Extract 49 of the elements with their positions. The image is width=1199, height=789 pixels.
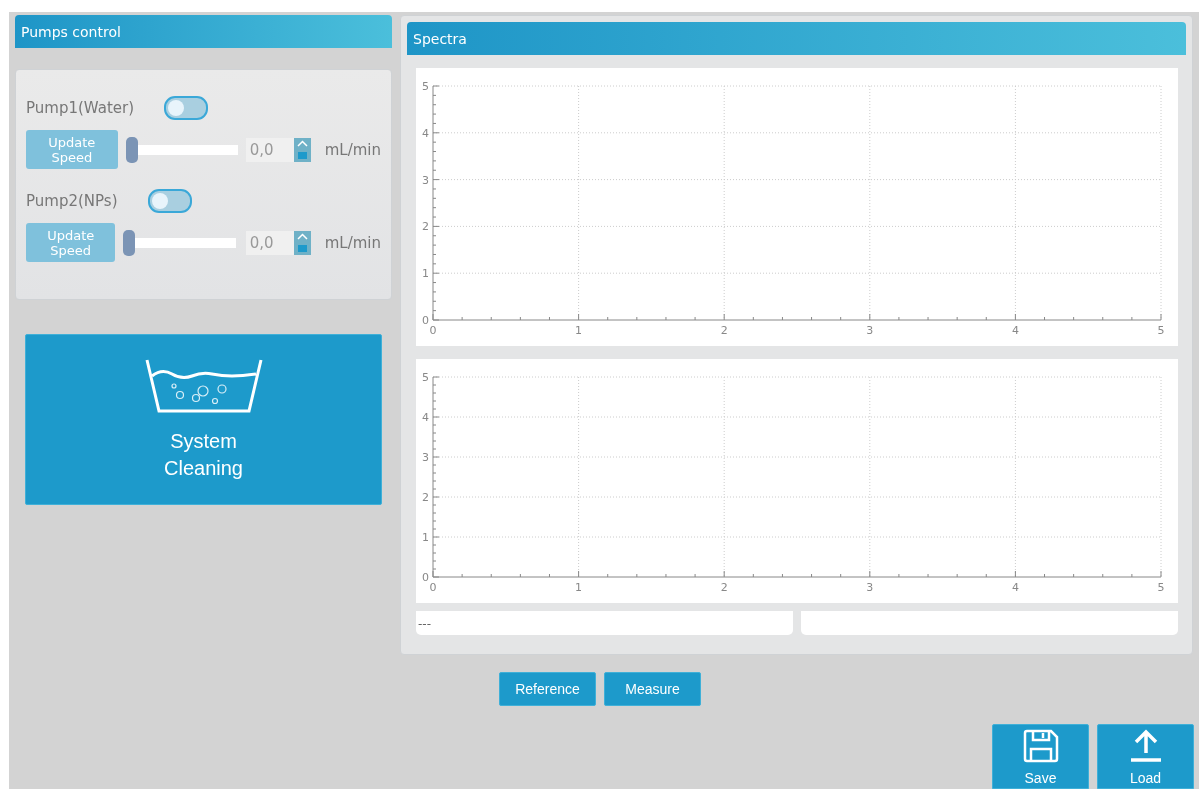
- axis-tick-label: 3: [422, 173, 429, 187]
- status-field: ---: [416, 611, 793, 635]
- speed-input[interactable]: 0,0: [245, 137, 294, 162]
- axis-tick-label: 0: [422, 571, 429, 584]
- pump-label: Pump2(NPs): [26, 192, 118, 210]
- axis-tick-label: 5: [1157, 581, 1165, 594]
- axis-tick-label: 2: [720, 324, 728, 337]
- wash-basin-icon: [144, 357, 263, 414]
- axis-tick-label: 4: [422, 126, 429, 140]
- square-icon[interactable]: [297, 245, 307, 252]
- slider-thumb[interactable]: [125, 136, 138, 163]
- axis-tick-label: 2: [422, 491, 429, 504]
- panel-header: Spectra: [407, 22, 1186, 55]
- panel-header: Pumps control: [15, 15, 392, 48]
- axis-tick-label: 5: [422, 80, 429, 93]
- chevron-up-icon[interactable]: [296, 233, 308, 240]
- axis-tick-label: 3: [422, 451, 429, 464]
- axis-tick-label: 0: [429, 324, 437, 337]
- pump-label: Pump1(Water): [26, 99, 134, 117]
- unit-label: mL/min: [324, 233, 381, 252]
- system-cleaning-button[interactable]: System Cleaning: [25, 334, 382, 505]
- axis-tick-label: 0: [422, 314, 429, 327]
- axis-tick-label: 1: [422, 267, 429, 281]
- square-icon[interactable]: [297, 152, 307, 159]
- reference-button[interactable]: Reference: [499, 672, 596, 706]
- toggle-switch[interactable]: [164, 96, 208, 120]
- axis-tick-label: 4: [1011, 581, 1019, 594]
- load-button[interactable]: Load: [1097, 724, 1194, 789]
- chevron-up-icon[interactable]: [296, 140, 308, 147]
- axis-tick-label: 3: [866, 581, 874, 594]
- axis-tick-label: 1: [575, 581, 583, 594]
- speed-input[interactable]: 0,0: [245, 230, 294, 255]
- measure-button[interactable]: Measure: [604, 672, 701, 706]
- axis-tick-label: 5: [1157, 324, 1165, 337]
- unit-label: mL/min: [324, 140, 381, 159]
- update-speed-button[interactable]: Update Speed: [26, 130, 118, 169]
- axis-tick-label: 4: [422, 411, 429, 424]
- slider-thumb[interactable]: [123, 229, 136, 256]
- axis-tick-label: 4: [1011, 324, 1019, 337]
- axis-tick-label: 2: [720, 581, 728, 594]
- axis-tick-label: 5: [422, 371, 429, 384]
- toggle-switch[interactable]: [147, 189, 192, 213]
- save-button[interactable]: Save: [992, 724, 1089, 789]
- axis-tick-label: 0: [429, 581, 437, 594]
- axis-tick-label: 1: [422, 531, 429, 544]
- axis-tick-label: 3: [866, 324, 874, 337]
- axis-tick-label: 2: [422, 220, 429, 234]
- update-speed-button[interactable]: Update Speed: [26, 223, 116, 262]
- axis-tick-label: 1: [575, 324, 583, 337]
